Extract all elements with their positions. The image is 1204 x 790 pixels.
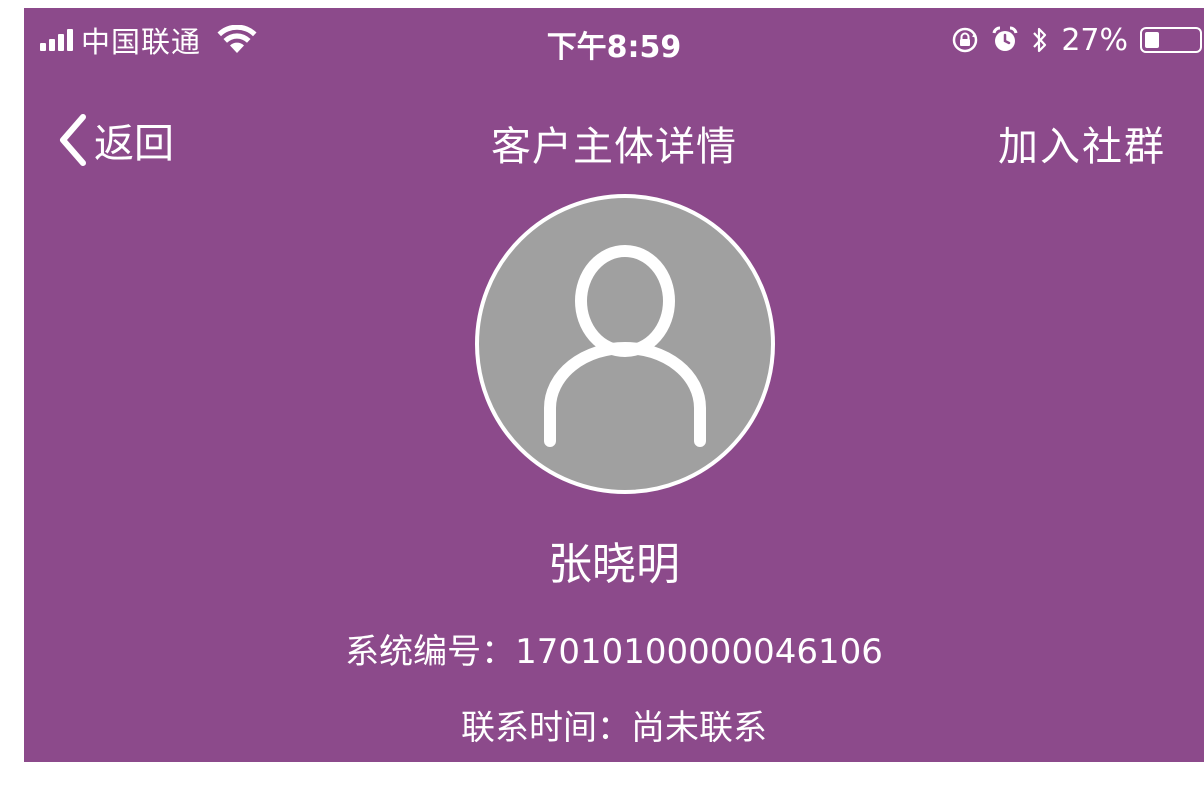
bluetooth-icon bbox=[1033, 27, 1047, 53]
app-screen: 中国联通 下午8:59 27% 返回 客户主体详情 加入社群 张晓明 系统编号：… bbox=[24, 8, 1204, 762]
orientation-lock-icon bbox=[953, 27, 978, 53]
battery-percentage: 27% bbox=[1061, 22, 1128, 58]
person-icon bbox=[544, 245, 706, 447]
battery-icon bbox=[1140, 27, 1202, 53]
nav-bar: 返回 客户主体详情 加入社群 bbox=[24, 88, 1204, 198]
join-community-button[interactable]: 加入社群 bbox=[998, 114, 1166, 172]
system-id: 系统编号：17010100000046106 bbox=[345, 632, 883, 672]
avatar bbox=[475, 194, 775, 494]
status-right: 27% bbox=[951, 20, 1202, 60]
alarm-icon bbox=[992, 26, 1018, 51]
contact-time: 联系时间：尚未联系 bbox=[461, 708, 767, 748]
status-bar: 中国联通 下午8:59 27% bbox=[24, 8, 1204, 74]
customer-name: 张晓明 bbox=[548, 539, 680, 590]
battery-fill bbox=[1145, 32, 1160, 48]
